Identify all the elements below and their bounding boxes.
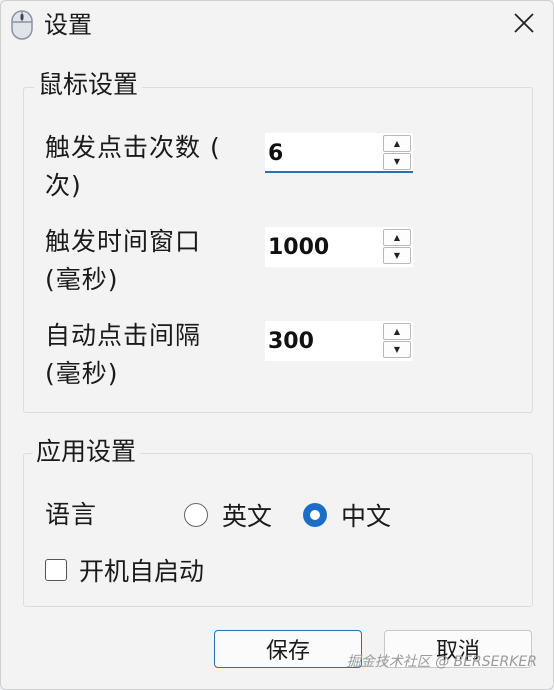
- window-title: 设置: [44, 11, 92, 39]
- trigger-window-decrement-button[interactable]: ▼: [383, 247, 411, 264]
- trigger-clicks-label-line2: 次): [45, 171, 82, 200]
- trigger-window-label-line2: (毫秒): [45, 265, 119, 294]
- title-bar: 设置: [1, 1, 553, 51]
- trigger-window-increment-button[interactable]: ▲: [383, 229, 411, 246]
- trigger-window-spinbox: ▲ ▼: [265, 227, 413, 267]
- autostart-label: 开机自启动: [79, 557, 205, 586]
- autostart-checkbox[interactable]: 开机自启动: [45, 552, 204, 588]
- trigger-clicks-input[interactable]: [265, 133, 381, 173]
- trigger-clicks-increment-button[interactable]: ▲: [383, 135, 411, 152]
- language-option-label: 中文: [341, 502, 392, 531]
- triangle-down-icon: ▼: [393, 251, 401, 260]
- language-radio-english[interactable]: 英文: [184, 497, 272, 533]
- trigger-clicks-decrement-button[interactable]: ▼: [383, 153, 411, 170]
- triangle-down-icon: ▼: [393, 157, 401, 166]
- language-radio-chinese[interactable]: 中文: [303, 497, 391, 533]
- language-option-label: 英文: [222, 502, 273, 531]
- auto-click-interval-input[interactable]: [265, 321, 381, 361]
- mouse-settings-group-label: 鼠标设置: [34, 69, 143, 101]
- radio-selected-icon: [303, 503, 327, 527]
- app-settings-group-label: 应用设置: [32, 436, 141, 468]
- auto-click-interval-decrement-button[interactable]: ▼: [383, 341, 411, 358]
- triangle-down-icon: ▼: [393, 345, 401, 354]
- trigger-window-input[interactable]: [265, 227, 381, 267]
- triangle-up-icon: ▲: [393, 139, 401, 148]
- close-icon: [513, 12, 535, 38]
- auto-click-interval-increment-button[interactable]: ▲: [383, 323, 411, 340]
- radio-unselected-icon: [184, 503, 208, 527]
- save-button[interactable]: 保存: [214, 630, 362, 668]
- save-button-label: 保存: [265, 639, 310, 664]
- watermark-text: 掘金技术社区 @ BERSERKER: [346, 654, 537, 670]
- checkbox-unchecked-icon: [45, 559, 67, 581]
- trigger-window-label-line1: 触发时间窗口: [45, 227, 202, 256]
- settings-dialog: 设置 鼠标设置 触发点击次数 ( 次) ▲ ▼ 触发时间窗口 (毫秒): [0, 0, 554, 690]
- auto-click-interval-spinbox: ▲ ▼: [265, 321, 413, 361]
- trigger-clicks-label-line1: 触发点击次数 (: [45, 133, 221, 162]
- triangle-up-icon: ▲: [393, 327, 401, 336]
- triangle-up-icon: ▲: [393, 233, 401, 242]
- auto-click-interval-label-line2: (毫秒): [45, 359, 119, 388]
- close-button[interactable]: [495, 1, 553, 49]
- language-label: 语言: [45, 500, 98, 529]
- trigger-clicks-spinbox: ▲ ▼: [265, 133, 413, 173]
- mouse-icon: [11, 10, 33, 40]
- auto-click-interval-label-line1: 自动点击间隔: [45, 321, 202, 350]
